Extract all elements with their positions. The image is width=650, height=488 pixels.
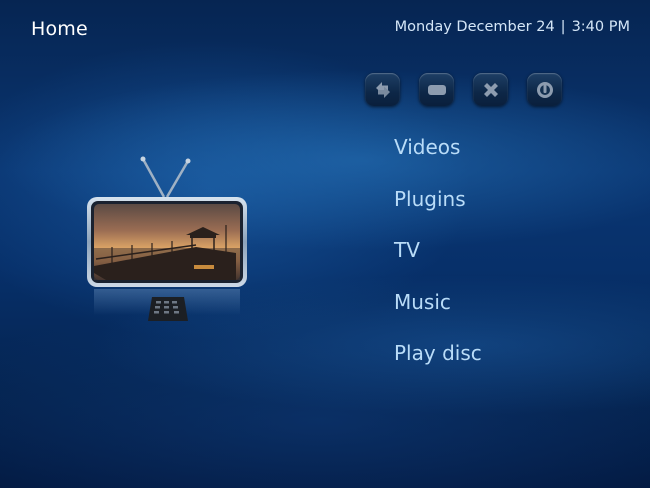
minimize-button[interactable] bbox=[419, 73, 454, 106]
menu-item-videos[interactable]: Videos bbox=[394, 133, 482, 185]
date-time-display: Monday December 24 | 3:40 PM bbox=[395, 19, 630, 35]
power-button[interactable] bbox=[527, 73, 562, 106]
main-menu: Videos Plugins TV Music Play disc bbox=[394, 133, 482, 391]
date-label: Monday December 24 bbox=[394, 19, 555, 35]
window-toolbar bbox=[365, 73, 562, 106]
media-center-home: Home Monday December 24 | 3:40 PM Videos… bbox=[0, 0, 650, 488]
tv-illustration bbox=[87, 156, 247, 321]
page-title: Home bbox=[31, 18, 88, 40]
minimize-icon bbox=[427, 84, 446, 95]
menu-item-music[interactable]: Music bbox=[394, 288, 482, 340]
menu-item-tv[interactable]: TV bbox=[394, 236, 482, 288]
close-button[interactable] bbox=[473, 73, 508, 106]
refresh-button[interactable] bbox=[365, 73, 400, 106]
menu-item-plugins[interactable]: Plugins bbox=[394, 185, 482, 237]
close-icon bbox=[483, 82, 498, 97]
separator: | bbox=[560, 19, 566, 35]
refresh-icon bbox=[375, 81, 390, 98]
power-icon bbox=[536, 81, 553, 98]
time-label: 3:40 PM bbox=[571, 19, 630, 35]
menu-item-play-disc[interactable]: Play disc bbox=[394, 339, 482, 391]
